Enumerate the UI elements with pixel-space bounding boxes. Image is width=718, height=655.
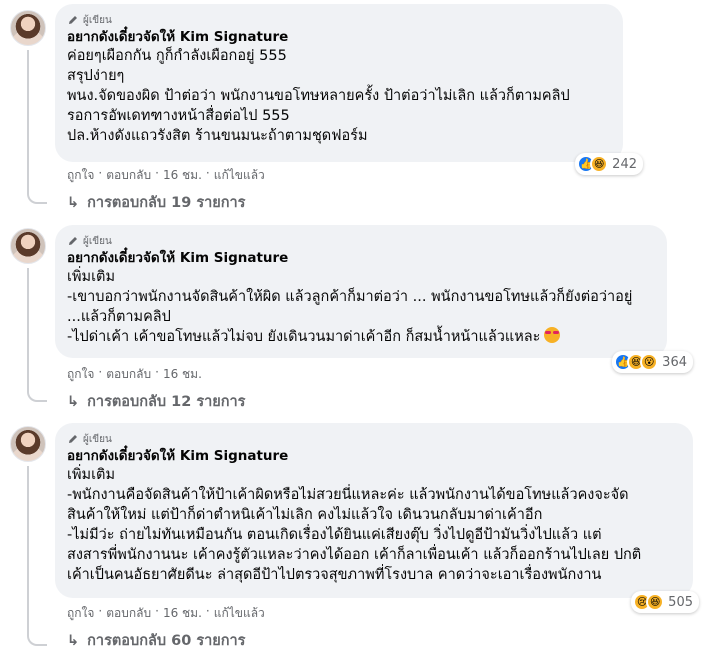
reaction-count: 364	[662, 354, 687, 370]
comment-line: -เขาบอกว่าพนักงานจัดสินค้าให้ผิด แล้วลูก…	[67, 289, 633, 305]
comment-bubble: ผู้เขียน อยากดังเดี๋ยวจัดให้ Kim Signatu…	[55, 225, 693, 373]
like-action[interactable]: ถูกใจ	[67, 166, 94, 185]
comment-line: เพิ่มเติม	[67, 269, 116, 285]
avatar[interactable]	[10, 426, 46, 462]
thread-line	[27, 268, 29, 390]
replies-label: การตอบกลับ 12 รายการ	[87, 394, 246, 410]
comment-line: พนง.จัดของผิด ป้าต่อว่า พนักงานขอโทษหลาย…	[67, 88, 570, 104]
reaction-count: 505	[668, 594, 693, 610]
reply-action[interactable]: ตอบกลับ	[106, 166, 151, 185]
reactions-summary[interactable]: 👍 😆 242	[575, 153, 643, 175]
haha-icon: 😆	[646, 593, 665, 611]
author-badge: ผู้เขียน	[67, 233, 655, 249]
pen-icon	[69, 435, 77, 443]
separator: ·	[98, 604, 103, 618]
comment-line: -พนักงานคือจัดสินค้าให้ป้าเค้าผิดหรือไม่…	[67, 487, 629, 503]
like-action[interactable]: ถูกใจ	[67, 365, 94, 384]
author-name[interactable]: อยากดังเดี๋ยวจัดให้ Kim Signature	[67, 249, 655, 267]
author-tag-label: ผู้เขียน	[83, 14, 112, 26]
author-name[interactable]: อยากดังเดี๋ยวจัดให้ Kim Signature	[67, 28, 611, 46]
view-replies[interactable]: ↳ การตอบกลับ 12 รายการ	[67, 390, 245, 413]
view-replies[interactable]: ↳ การตอบกลับ 60 รายการ	[67, 629, 245, 652]
comment-line: ...แล้วก็ตามคลิป	[67, 309, 171, 325]
separator: ·	[155, 604, 159, 618]
timestamp[interactable]: 16 ชม.	[163, 604, 202, 623]
author-tag-label: ผู้เขียน	[83, 433, 112, 445]
comment-bubble: ผู้เขียน อยากดังเดี๋ยวจัดให้ Kim Signatu…	[55, 423, 699, 613]
haha-icon: 😆	[590, 155, 609, 173]
reaction-count: 242	[612, 156, 637, 172]
author-badge: ผู้เขียน	[67, 12, 611, 28]
pen-icon	[69, 237, 77, 245]
timestamp[interactable]: 16 ชม.	[163, 166, 202, 185]
view-replies[interactable]: ↳ การตอบกลับ 19 รายการ	[67, 191, 245, 214]
reactions-summary[interactable]: 😢 😆 505	[631, 591, 699, 613]
comment-line: -ไปด่าเค้า เค้าขอโทษแล้วไม่จบ ยังเดินวนม…	[67, 327, 655, 347]
smiling-hearts-emoji-icon	[544, 327, 561, 343]
comment-line: -ไม่มีว่ะ ถ่ายไม่ทันเหมือนกัน ตอนเกิดเรื…	[67, 527, 602, 543]
like-action[interactable]: ถูกใจ	[67, 604, 94, 623]
comment-line: สินค้าให้ใหม่ แต่ป้าก็ด่าตำหนิเค้าไม่เลิ…	[67, 507, 543, 523]
avatar[interactable]	[10, 10, 46, 46]
author-badge: ผู้เขียน	[67, 431, 681, 447]
comment-bubble: ผู้เขียน อยากดังเดี๋ยวจัดให้ Kim Signatu…	[55, 4, 643, 175]
reply-arrow-icon: ↳	[67, 393, 80, 410]
author-tag-label: ผู้เขียน	[83, 235, 112, 247]
comment-line: สงสารพี่พนักงานนะ เค้าคงรู้ตัวแหละว่าคงไ…	[67, 547, 642, 563]
pen-icon	[69, 16, 77, 24]
thread-line	[27, 466, 29, 634]
reply-action[interactable]: ตอบกลับ	[106, 365, 151, 384]
comment-text: -ไปด่าเค้า เค้าขอโทษแล้วไม่จบ ยังเดินวนม…	[67, 329, 541, 345]
comment-line: ปล.ห้างดังแถวรังสิต ร้านขนมนะถ้าตามชุดฟอ…	[67, 128, 368, 144]
comment-actions: ถูกใจ · ตอบกลับ · 16 ชม. · แก้ไขแล้ว	[67, 166, 265, 185]
reactions-summary[interactable]: 👍 😆 😮 364	[612, 351, 693, 373]
separator: ·	[98, 365, 103, 379]
comment-line: ค่อยๆเผือกกัน กูก็กำลังเผือกอยู่ 555	[67, 48, 287, 64]
comment-line: เพิ่มเติม	[67, 467, 116, 483]
edited-label: แก้ไขแล้ว	[213, 168, 265, 182]
avatar[interactable]	[10, 228, 46, 264]
comment-actions: ถูกใจ · ตอบกลับ · 16 ชม.	[67, 365, 202, 384]
thread-connector	[27, 630, 47, 646]
replies-label: การตอบกลับ 60 รายการ	[87, 633, 246, 649]
edited-label: แก้ไขแล้ว	[213, 606, 265, 620]
separator: ·	[205, 166, 210, 180]
reply-arrow-icon: ↳	[67, 194, 80, 211]
comment-actions: ถูกใจ · ตอบกลับ · 16 ชม. · แก้ไขแล้ว	[67, 604, 265, 623]
separator: ·	[98, 166, 103, 180]
comment-line: เค้าเป็นคนอัธยาศัยดีนะ ล่าสุดอีป้าไปตรวจ…	[67, 567, 602, 583]
replies-label: การตอบกลับ 19 รายการ	[87, 195, 246, 211]
reply-arrow-icon: ↳	[67, 632, 80, 649]
separator: ·	[205, 604, 210, 618]
timestamp[interactable]: 16 ชม.	[163, 365, 202, 384]
separator: ·	[155, 365, 159, 379]
comment-line: รอการอัพเดทฑางหน้าสื่อต่อไป 555	[67, 108, 290, 124]
thread-connector	[27, 386, 47, 402]
wow-icon: 😮	[640, 353, 659, 371]
author-name[interactable]: อยากดังเดี๋ยวจัดให้ Kim Signature	[67, 447, 681, 465]
thread-line	[27, 50, 29, 190]
reply-action[interactable]: ตอบกลับ	[106, 604, 151, 623]
comment-line: สรุปง่ายๆ	[67, 68, 125, 84]
separator: ·	[155, 166, 159, 180]
thread-connector	[27, 188, 47, 204]
